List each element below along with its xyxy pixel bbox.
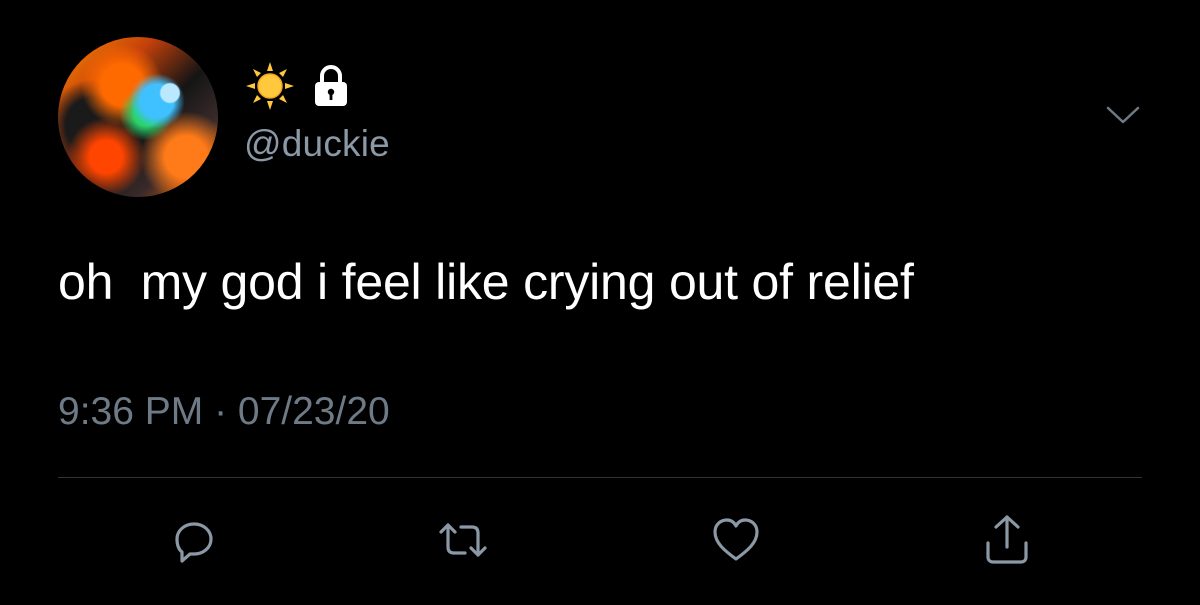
share-icon: [980, 513, 1034, 567]
chevron-down-icon[interactable]: [1105, 104, 1141, 126]
sun-icon: [246, 62, 294, 110]
tweet-text: oh my god i feel like crying out of reli…: [58, 254, 914, 310]
reply-icon: [168, 514, 220, 566]
retweet-icon: [435, 514, 491, 566]
user-handle[interactable]: @duckie: [244, 123, 390, 165]
like-button[interactable]: [706, 510, 766, 570]
heart-icon: [709, 515, 763, 565]
reply-button[interactable]: [164, 510, 224, 570]
display-name: [246, 62, 350, 110]
divider: [58, 477, 1142, 478]
lock-icon: [312, 64, 350, 108]
share-button[interactable]: [977, 510, 1037, 570]
retweet-button[interactable]: [433, 510, 493, 570]
tweet-timestamp[interactable]: 9:36 PM · 07/23/20: [58, 390, 390, 434]
action-bar: [0, 510, 1200, 570]
avatar[interactable]: [58, 37, 218, 197]
